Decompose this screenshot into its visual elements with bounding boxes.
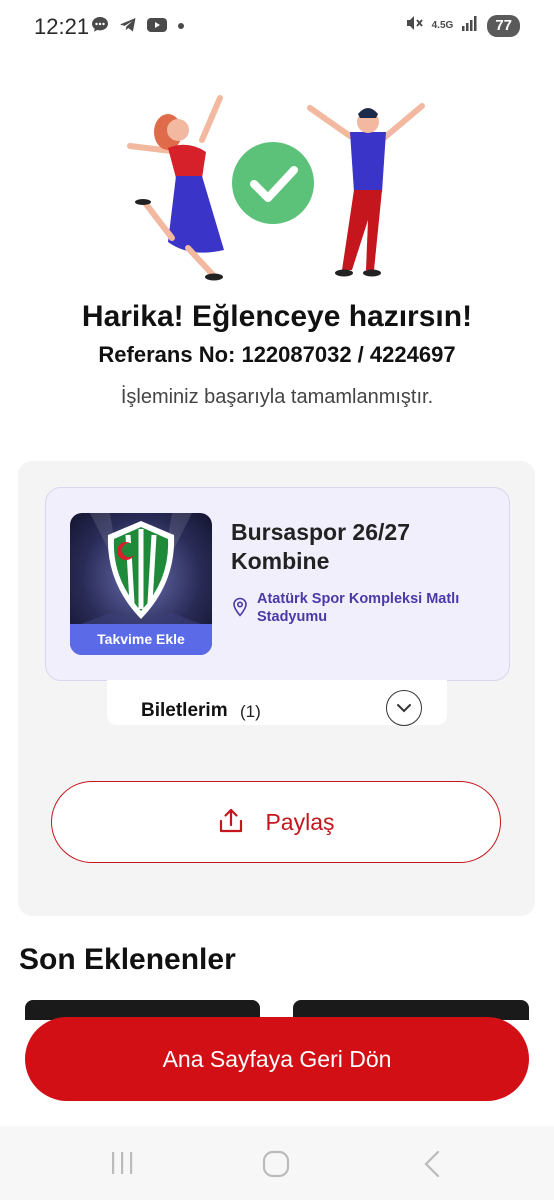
system-navigation-bar [0,1126,554,1200]
dot-icon [176,15,186,40]
event-thumbnail: Takvime Ekle [70,513,212,655]
back-to-home-button[interactable]: Ana Sayfaya Geri Dön [25,1017,529,1101]
telegram-icon [118,15,138,40]
notification-icons [90,15,186,40]
my-tickets-count: (1) [240,702,261,721]
recent-apps-icon[interactable] [108,1150,136,1181]
event-title: Bursaspor 26/27 Kombine [231,519,410,574]
share-label: Paylaş [265,808,335,835]
celebration-illustration [110,80,440,285]
network-label: 4.5G [431,20,454,31]
location-pin-icon [231,597,249,622]
success-message: İşleminiz başarıyla tamamlanmıştır. [120,386,434,408]
add-to-calendar-button[interactable]: Takvime Ekle [70,624,212,655]
status-bar: 12:21 4.5G 77 [0,0,554,56]
success-check-icon [232,142,314,224]
chevron-down-icon [396,701,412,716]
youtube-icon [146,15,168,40]
event-venue: Atatürk Spor Kompleksi Matlı Stadyumu [257,591,460,625]
status-time: 12:21 [34,14,90,39]
man-cheering-illustration [307,103,425,277]
share-button[interactable]: Paylaş [51,781,501,863]
reference-number: Referans No: 122087032 / 4224697 [98,342,456,367]
confirmation-title: Harika! Eğlenceye hazırsın! [81,300,473,333]
back-icon[interactable] [422,1150,442,1183]
mute-icon [404,13,424,38]
share-icon [217,807,245,838]
signal-icon [461,14,479,37]
status-indicators: 4.5G 77 [404,13,520,38]
message-icon [90,15,110,40]
my-tickets-label: Biletlerim [141,700,228,721]
home-icon[interactable] [262,1150,290,1183]
expand-tickets-button[interactable] [386,690,422,726]
battery-indicator: 77 [487,14,520,37]
recently-added-title: Son Eklenenler [19,943,236,976]
woman-dancing-illustration [127,95,224,281]
